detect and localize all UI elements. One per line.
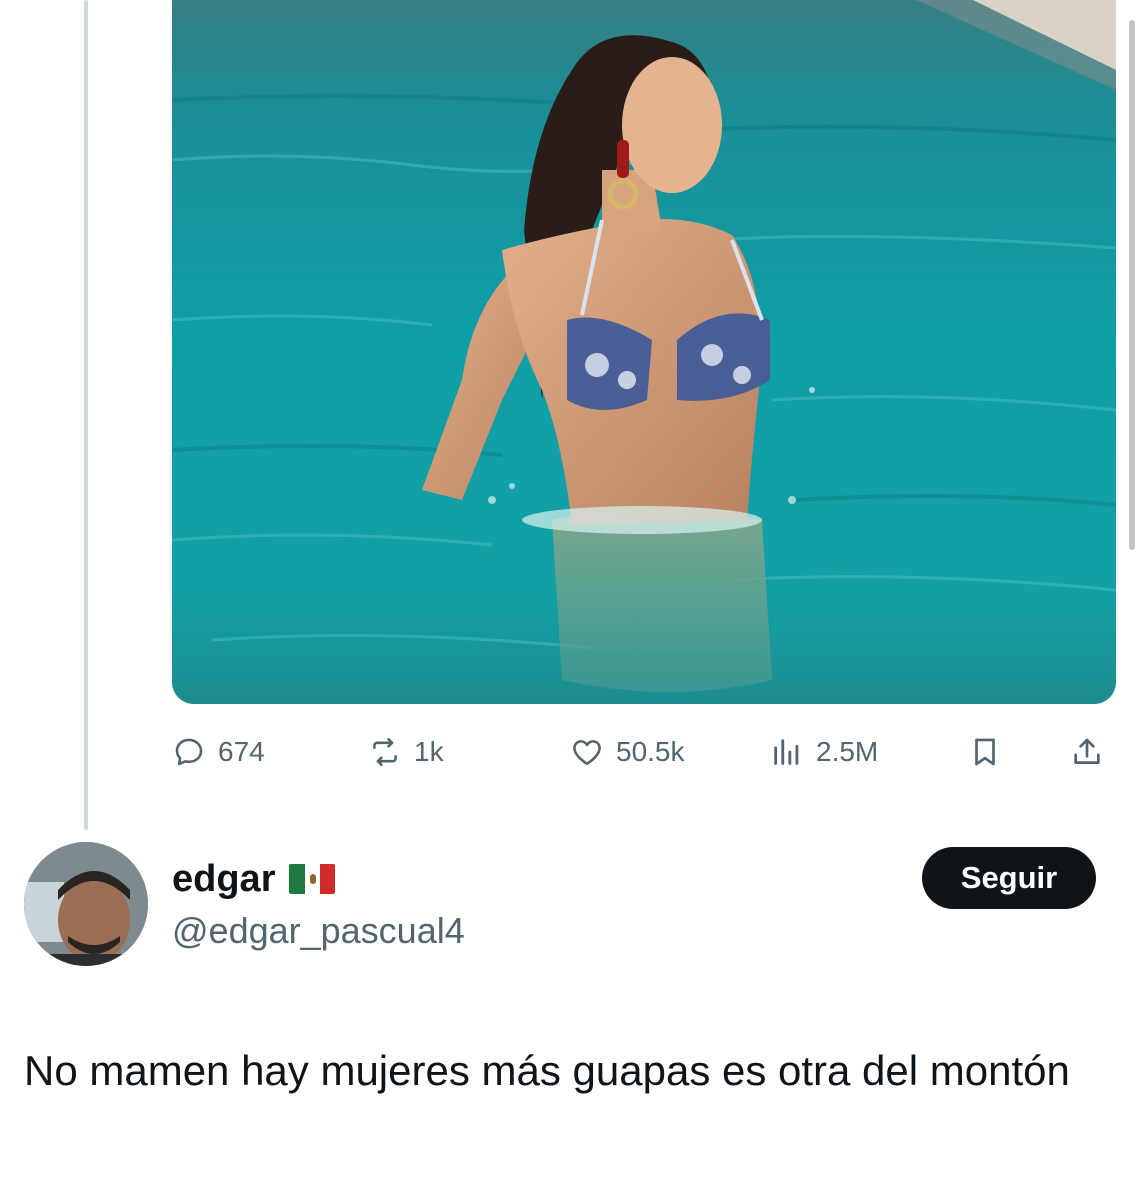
bookmark-icon	[975, 738, 995, 766]
like-icon	[573, 740, 601, 766]
mexico-flag-icon	[289, 864, 336, 894]
like-count: 50.5k	[616, 736, 685, 767]
reply-text: No mamen hay mujeres más guapas es otra …	[24, 1047, 1070, 1094]
repost-icon	[373, 737, 397, 767]
follow-button[interactable]: Seguir	[922, 847, 1096, 909]
repost-count: 1k	[414, 736, 444, 767]
user-handle[interactable]: @edgar_pascual4	[172, 910, 465, 952]
share-icon	[1074, 738, 1100, 764]
bookmark-button[interactable]	[968, 732, 1002, 772]
reply-button[interactable]: 674	[172, 732, 265, 772]
reply-count: 674	[218, 736, 265, 767]
scrollbar[interactable]	[1129, 20, 1135, 550]
pool-photo-illustration	[172, 0, 1116, 704]
avatar-photo	[24, 842, 148, 966]
repost-button[interactable]: 1k	[368, 732, 444, 772]
like-button[interactable]: 50.5k	[570, 732, 685, 772]
post-action-bar: 674 1k 50.5k 2.5M	[172, 724, 1116, 780]
avatar[interactable]	[24, 842, 148, 966]
thread-connector-line	[84, 0, 88, 830]
reply-author-row: edgar	[172, 856, 336, 902]
tweet-thread-view: 674 1k 50.5k 2.5M edgar @edgar_pascual4 …	[0, 0, 1141, 1200]
views-icon	[774, 739, 799, 765]
display-name[interactable]: edgar	[172, 858, 275, 901]
share-button[interactable]	[1070, 732, 1104, 772]
views-count: 2.5M	[816, 736, 879, 767]
views-button[interactable]: 2.5M	[770, 732, 878, 772]
post-media-image[interactable]	[172, 0, 1116, 704]
reply-icon	[175, 738, 203, 766]
